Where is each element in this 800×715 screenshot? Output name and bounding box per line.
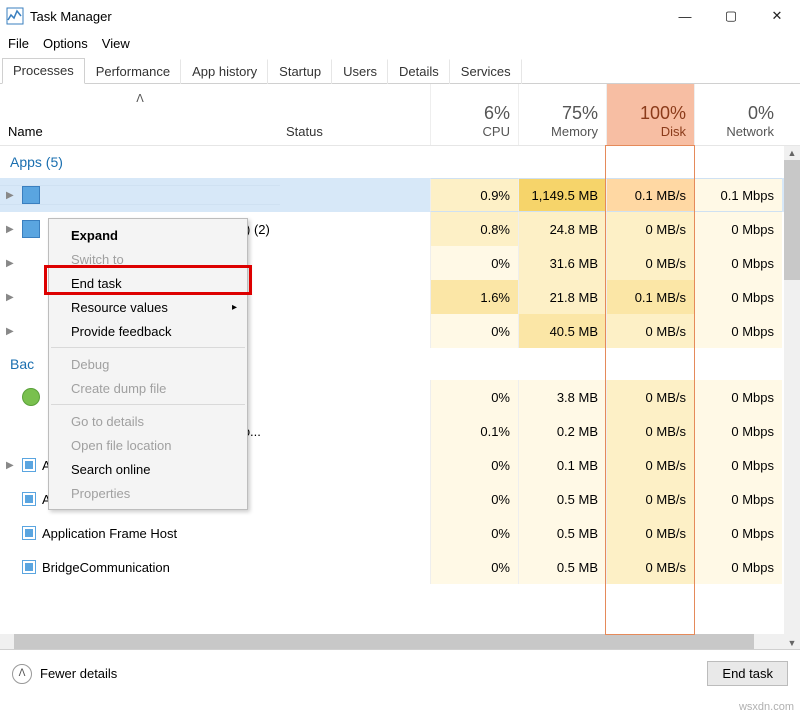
tabs: Processes Performance App history Startu… bbox=[0, 56, 800, 84]
cell-cpu: 0.9% bbox=[430, 178, 518, 212]
chevron-up-icon: ᐱ bbox=[12, 664, 32, 684]
scrollbar-thumb[interactable] bbox=[784, 160, 800, 280]
menu-separator bbox=[51, 347, 245, 348]
column-network[interactable]: 0% Network bbox=[694, 84, 782, 145]
process-icon bbox=[22, 186, 40, 204]
column-memory[interactable]: 75% Memory bbox=[518, 84, 606, 145]
tab-app-history[interactable]: App history bbox=[181, 59, 268, 84]
menu-file[interactable]: File bbox=[8, 36, 29, 51]
column-status[interactable]: Status bbox=[280, 84, 430, 145]
context-item-switch-to[interactable]: Switch to bbox=[49, 247, 247, 271]
minimize-button[interactable]: — bbox=[662, 0, 708, 32]
context-item-debug[interactable]: Debug bbox=[49, 352, 247, 376]
tab-details[interactable]: Details bbox=[388, 59, 450, 84]
context-item-expand[interactable]: Expand bbox=[49, 223, 247, 247]
chevron-right-icon[interactable]: ▶ bbox=[6, 190, 20, 201]
table-row[interactable]: ▶ 0.9% 1,149.5 MB 0.1 MB/s 0.1 Mbps bbox=[0, 178, 800, 212]
chevron-right-icon[interactable]: ▶ bbox=[6, 258, 20, 269]
context-item-provide-feedback[interactable]: Provide feedback bbox=[49, 319, 247, 343]
tab-performance[interactable]: Performance bbox=[85, 59, 181, 84]
group-apps[interactable]: Apps (5) bbox=[0, 146, 800, 178]
chevron-right-icon[interactable]: ▶ bbox=[6, 326, 20, 337]
chevron-right-icon[interactable]: ▶ bbox=[6, 292, 20, 303]
context-item-create-dump[interactable]: Create dump file bbox=[49, 376, 247, 400]
tab-processes[interactable]: Processes bbox=[2, 58, 85, 84]
task-manager-icon bbox=[6, 7, 24, 25]
horizontal-scrollbar[interactable] bbox=[0, 634, 784, 650]
menu-options[interactable]: Options bbox=[43, 36, 88, 51]
context-item-go-to-details[interactable]: Go to details bbox=[49, 409, 247, 433]
menu-separator bbox=[51, 404, 245, 405]
process-icon bbox=[22, 560, 36, 574]
column-cpu[interactable]: 6% CPU bbox=[430, 84, 518, 145]
vertical-scrollbar[interactable]: ▲ ▼ bbox=[784, 146, 800, 650]
context-item-end-task[interactable]: End task bbox=[49, 271, 247, 295]
process-icon bbox=[22, 526, 36, 540]
end-task-button[interactable]: End task bbox=[707, 661, 788, 686]
fewer-details-toggle[interactable]: ᐱ Fewer details bbox=[12, 664, 117, 684]
tab-services[interactable]: Services bbox=[450, 59, 522, 84]
cell-network: 0.1 Mbps bbox=[694, 178, 782, 212]
context-item-search-online[interactable]: Search online bbox=[49, 457, 247, 481]
close-button[interactable]: ✕ bbox=[754, 0, 800, 32]
process-icon bbox=[22, 458, 36, 472]
column-name[interactable]: ᐱ Name bbox=[0, 84, 280, 145]
context-item-resource-values[interactable]: Resource values bbox=[49, 295, 247, 319]
chevron-right-icon[interactable]: ▶ bbox=[6, 224, 20, 235]
context-item-open-file-location[interactable]: Open file location bbox=[49, 433, 247, 457]
process-icon bbox=[22, 388, 40, 406]
watermark: wsxdn.com bbox=[739, 701, 794, 713]
table-row[interactable]: BridgeCommunication 0% 0.5 MB 0 MB/s 0 M… bbox=[0, 550, 800, 584]
context-item-properties[interactable]: Properties bbox=[49, 481, 247, 505]
footer: ᐱ Fewer details End task bbox=[0, 649, 800, 697]
tab-startup[interactable]: Startup bbox=[268, 59, 332, 84]
titlebar: Task Manager — ▢ ✕ bbox=[0, 0, 800, 32]
column-disk[interactable]: 100% Disk bbox=[606, 84, 694, 145]
tab-users[interactable]: Users bbox=[332, 59, 388, 84]
scrollbar-thumb[interactable] bbox=[14, 634, 754, 650]
menu-view[interactable]: View bbox=[102, 36, 130, 51]
cell-disk: 0.1 MB/s bbox=[606, 178, 694, 212]
chevron-right-icon[interactable]: ▶ bbox=[6, 460, 20, 471]
maximize-button[interactable]: ▢ bbox=[708, 0, 754, 32]
scroll-up-icon[interactable]: ▲ bbox=[784, 146, 800, 160]
sort-indicator-icon: ᐱ bbox=[136, 92, 144, 105]
cell-memory: 1,149.5 MB bbox=[518, 178, 606, 212]
column-name-label: Name bbox=[8, 124, 272, 139]
table-header: ᐱ Name Status 6% CPU 75% Memory 100% Dis… bbox=[0, 84, 800, 146]
table-row[interactable]: Application Frame Host 0% 0.5 MB 0 MB/s … bbox=[0, 516, 800, 550]
window-title: Task Manager bbox=[30, 9, 662, 24]
context-menu: Expand Switch to End task Resource value… bbox=[48, 218, 248, 510]
menubar: File Options View bbox=[0, 32, 800, 54]
process-icon bbox=[22, 220, 40, 238]
process-icon bbox=[22, 492, 36, 506]
scroll-down-icon[interactable]: ▼ bbox=[784, 636, 800, 650]
